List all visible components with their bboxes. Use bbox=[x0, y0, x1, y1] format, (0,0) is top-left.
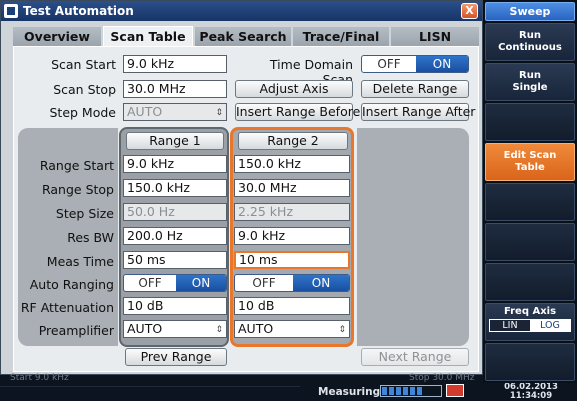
range-1-header-button[interactable]: Range 1 bbox=[126, 132, 224, 150]
range-1-auto-ranging-toggle[interactable]: OFF ON bbox=[123, 274, 227, 292]
range-2-start-field[interactable]: 150.0 kHz bbox=[234, 155, 350, 173]
toggle-off-option[interactable]: OFF bbox=[362, 56, 416, 72]
range-2-meas-time-field[interactable]: 10 ms bbox=[234, 251, 350, 269]
row-label-range-stop: Range Stop bbox=[41, 182, 114, 197]
tab-bar: Overview Scan Table Peak Search Trace/Fi… bbox=[13, 26, 479, 64]
scan-stop-readout: Stop 30.0 MHz bbox=[409, 373, 475, 383]
step-mode-select[interactable]: AUTO ⇕ bbox=[123, 103, 227, 121]
range-2-step-size-field[interactable]: 2.25 kHz bbox=[234, 203, 350, 221]
range-1-meas-time-field[interactable]: 50 ms bbox=[123, 251, 227, 269]
toggle-off-option[interactable]: OFF bbox=[235, 275, 293, 291]
window-titlebar: Test Automation X bbox=[1, 1, 482, 21]
scan-start-field[interactable]: 9.0 kHz bbox=[123, 55, 227, 73]
tab-lisn-settings[interactable]: LISN Settings bbox=[391, 27, 479, 64]
run-single-line1: Run bbox=[519, 70, 541, 81]
tab-trace-final-meas[interactable]: Trace/Final Meas bbox=[293, 27, 389, 64]
empty-softkey-5[interactable] bbox=[485, 343, 575, 381]
tab-peak-search[interactable]: Peak Search bbox=[195, 27, 291, 47]
range-2-header-button[interactable]: Range 2 bbox=[238, 132, 348, 150]
edit-scan-table-line1: Edit Scan bbox=[503, 150, 557, 161]
time-domain-scan-toggle[interactable]: OFF ON bbox=[361, 55, 469, 73]
range-2-stop-field[interactable]: 30.0 MHz bbox=[234, 179, 350, 197]
freq-axis-label: Freq Axis bbox=[503, 306, 557, 317]
scan-start-label: Scan Start bbox=[51, 57, 116, 72]
row-label-step-size: Step Size bbox=[55, 206, 114, 221]
recording-indicator-icon bbox=[446, 384, 464, 397]
empty-softkey-1[interactable] bbox=[485, 103, 575, 141]
range-1-preamplifier-value: AUTO bbox=[127, 321, 163, 336]
softkey-panel: Sweep Run Continuous Run Single Edit Scan T… bbox=[483, 0, 577, 383]
range-1-rf-attenuation-field[interactable]: 10 dB bbox=[123, 297, 227, 315]
empty-softkey-2[interactable] bbox=[485, 183, 575, 221]
row-label-res-bw: Res BW bbox=[67, 230, 114, 245]
freq-axis-lin-option[interactable]: LIN bbox=[490, 320, 530, 331]
run-continuous-line2: Continuous bbox=[498, 42, 562, 53]
tab-overview[interactable]: Overview bbox=[13, 27, 101, 47]
app-logo-icon bbox=[4, 4, 18, 18]
progress-fill bbox=[382, 387, 423, 395]
close-icon[interactable]: X bbox=[461, 3, 478, 19]
range-2-auto-ranging-toggle[interactable]: OFF ON bbox=[234, 274, 350, 292]
toggle-on-option[interactable]: ON bbox=[293, 275, 349, 291]
insert-range-after-button[interactable]: Insert Range After bbox=[361, 103, 475, 121]
freq-axis-lin-log-toggle[interactable]: LIN LOG bbox=[489, 319, 571, 332]
empty-softkey-3[interactable] bbox=[485, 223, 575, 261]
range-2-preamplifier-select[interactable]: AUTO ⇕ bbox=[234, 320, 350, 338]
next-range-button[interactable]: Next Range bbox=[361, 348, 469, 366]
run-continuous-softkey[interactable]: Run Continuous bbox=[485, 23, 575, 61]
range-2-rf-attenuation-field[interactable]: 10 dB bbox=[234, 297, 350, 315]
adjust-axis-button[interactable]: Adjust Axis bbox=[235, 80, 353, 98]
measurement-progress-bar bbox=[380, 385, 442, 397]
scan-stop-field[interactable]: 30.0 MHz bbox=[123, 80, 227, 98]
delete-range-button[interactable]: Delete Range bbox=[361, 80, 469, 98]
row-label-preamplifier: Preamplifier bbox=[38, 323, 114, 338]
run-single-line2: Single bbox=[512, 82, 548, 93]
softkey-menu-title: Sweep bbox=[485, 2, 575, 21]
scan-stop-label: Scan Stop bbox=[53, 82, 116, 97]
run-single-softkey[interactable]: Run Single bbox=[485, 63, 575, 101]
run-continuous-line1: Run bbox=[519, 30, 541, 41]
range-3-column-empty bbox=[357, 128, 469, 346]
freq-axis-log-option[interactable]: LOG bbox=[530, 320, 570, 331]
insert-range-before-button[interactable]: Insert Range Before bbox=[235, 103, 360, 121]
window-title: Test Automation bbox=[23, 4, 134, 18]
step-mode-value: AUTO bbox=[127, 104, 163, 119]
step-mode-label: Step Mode bbox=[49, 105, 117, 120]
row-label-auto-ranging: Auto Ranging bbox=[29, 277, 114, 292]
range-2-res-bw-field[interactable]: 9.0 kHz bbox=[234, 227, 350, 245]
tab-scan-table[interactable]: Scan Table bbox=[103, 26, 193, 48]
prev-range-button[interactable]: Prev Range bbox=[125, 348, 227, 366]
range-2-preamplifier-value: AUTO bbox=[238, 321, 274, 336]
time-text: 11:34:09 bbox=[509, 391, 553, 401]
edit-scan-table-softkey[interactable]: Edit Scan Table bbox=[485, 143, 575, 181]
select-arrows-icon: ⇕ bbox=[215, 108, 223, 118]
toggle-on-option[interactable]: ON bbox=[416, 56, 468, 72]
range-1-preamplifier-select[interactable]: AUTO ⇕ bbox=[123, 320, 227, 338]
row-label-rf-attenuation: RF Attenuation bbox=[20, 300, 114, 315]
select-arrows-icon: ⇕ bbox=[338, 325, 346, 335]
empty-softkey-4[interactable] bbox=[485, 263, 575, 301]
date-time-display: 06.02.2013 11:34:09 bbox=[488, 383, 574, 401]
row-label-range-start: Range Start bbox=[39, 158, 114, 173]
range-1-res-bw-field[interactable]: 200.0 Hz bbox=[123, 227, 227, 245]
toggle-on-option[interactable]: ON bbox=[176, 275, 226, 291]
range-1-stop-field[interactable]: 150.0 kHz bbox=[123, 179, 227, 197]
status-divider bbox=[0, 386, 300, 387]
row-label-meas-time: Meas Time bbox=[46, 254, 114, 269]
scan-start-readout: Start 9.0 kHz bbox=[10, 373, 69, 383]
toggle-off-option[interactable]: OFF bbox=[124, 275, 176, 291]
range-1-start-field[interactable]: 9.0 kHz bbox=[123, 155, 227, 173]
select-arrows-icon: ⇕ bbox=[215, 325, 223, 335]
test-automation-window: Test Automation X Overview Scan Table Pe… bbox=[0, 0, 483, 375]
range-1-step-size-field[interactable]: 50.0 Hz bbox=[123, 203, 227, 221]
edit-scan-table-line2: Table bbox=[515, 162, 545, 173]
